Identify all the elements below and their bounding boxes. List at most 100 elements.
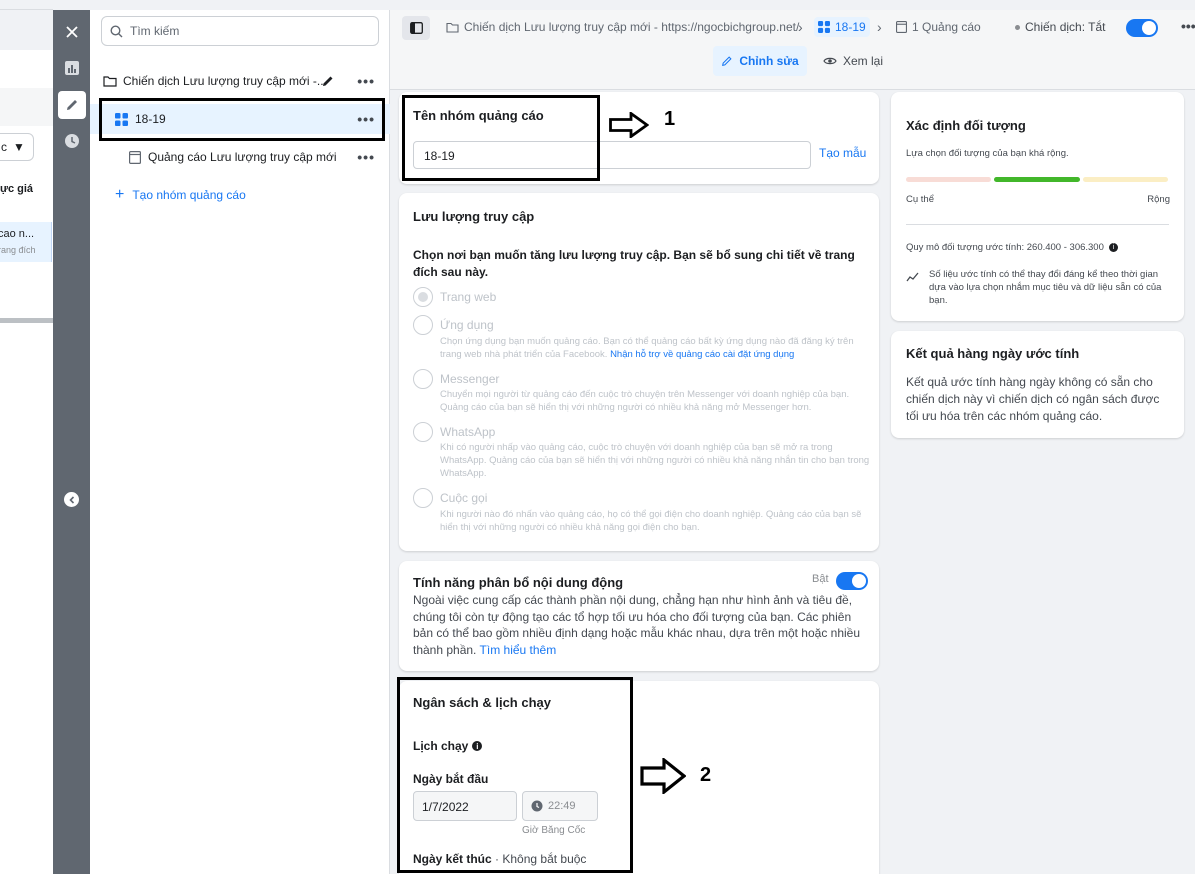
arrow-right-icon [640,758,686,794]
close-icon [66,26,78,38]
pencil-icon [722,56,732,66]
tree-item-label: Quảng cáo Lưu lượng truy cập mới [148,150,337,164]
radio-messenger[interactable] [413,369,433,389]
more-options-icon[interactable]: ••• [1181,18,1195,34]
clock-icon [65,134,79,148]
audience-definition-card: Xác định đối tượng Lựa chọn đối tượng củ… [891,92,1184,321]
meter-segment-active [994,177,1080,182]
toggle-sidebar-button[interactable] [402,16,430,40]
editor-header: Chiến dịch Lưu lượng truy cập mới - http… [390,10,1195,90]
chevron-left-icon [68,495,74,504]
horizontal-scrollbar[interactable] [0,318,53,323]
background-row-subtitle: rang đích [0,245,36,255]
option-call-desc: Khi người nào đó nhấn vào quảng cáo, họ … [440,509,862,533]
edit-button-label: Chỉnh sửa [739,54,799,68]
review-button-label: Xem lại [843,54,884,68]
create-adset-label: Tạo nhóm quảng cáo [132,188,246,202]
trend-icon [906,272,919,282]
audience-note: Số liệu ước tính có thể thay đổi đáng kể… [929,269,1162,306]
option-website-label: Trang web [440,290,497,304]
close-button[interactable] [58,18,86,46]
daily-results-body: Kết quả ước tính hàng ngày không có sẵn … [906,375,1160,423]
breadcrumb-campaign[interactable]: Chiến dịch Lưu lượng truy cập mới - http… [446,20,799,34]
edit-mode-button[interactable] [58,91,86,119]
traffic-card: Lưu lượng truy cập Chọn nơi bạn muốn tăn… [399,193,879,551]
option-app-label: Ứng dụng [440,318,494,332]
highlight-box-budget [397,677,633,873]
tree-item-label: Chiến dịch Lưu lượng truy cập mới -... [123,74,327,88]
background-dropdown[interactable]: c ▼ [0,133,34,161]
background-panel: c ▼ ực giá cao n... rang đích [0,0,53,874]
reports-button[interactable] [58,54,86,82]
campaign-toggle[interactable] [1126,19,1158,37]
campaign-status: Chiến dịch: Tắt [1015,20,1106,34]
dynamic-creative-title: Tính năng phân bổ nội dung động [413,575,624,590]
plus-icon: + [115,186,125,203]
breadcrumb-adset[interactable]: 18-19 [814,17,870,37]
search-placeholder: Tìm kiếm [130,24,180,38]
background-bar [0,88,53,126]
annotation-number-2: 2 [700,764,712,786]
annotation-number-1: 1 [664,108,676,130]
info-icon[interactable]: i [1108,243,1118,252]
breadcrumb-ads-label: 1 Quảng cáo [912,20,981,34]
radio-dot [418,292,428,302]
chevron-right-icon: › [877,19,882,35]
dynamic-toggle-label: Bật [812,573,829,585]
meter-segment-specific [906,177,992,182]
review-button[interactable]: Xem lại [823,46,883,76]
chevron-right-icon: › [798,19,803,35]
history-button[interactable] [58,127,86,155]
edit-button[interactable]: Chỉnh sửa [713,46,807,76]
audience-title: Xác định đối tượng [906,118,1026,133]
highlight-box-name [402,95,600,181]
meter-left-label: Cụ thể [906,194,934,205]
arrow-right-icon [609,112,649,138]
breadcrumb-ads[interactable]: 1 Quảng cáo [896,20,981,34]
pencil-icon [67,100,77,110]
ad-document-icon [129,150,141,164]
radio-app[interactable] [413,315,433,335]
sidebar-icon [409,22,423,34]
status-dot-icon [1015,24,1020,30]
tree-item-campaign[interactable]: Chiến dịch Lưu lượng truy cập mới -... •… [90,66,390,96]
breadcrumb-adset-label: 18-19 [835,20,866,34]
collapse-button[interactable] [64,492,79,507]
daily-results-title: Kết quả hàng ngày ước tính [906,346,1080,361]
audience-subtitle: Lựa chọn đối tượng của bạn khá rộng. [906,148,1069,159]
adset-grid-icon [818,21,830,33]
audience-meter [906,177,1168,182]
background-dropdown-label: c [1,140,7,154]
dynamic-creative-body: Ngoài việc cung cấp các thành phần nội d… [413,592,868,658]
option-app-desc: Chọn ứng dụng bạn muốn quảng cáo. Bạn có… [440,335,870,361]
more-options-icon[interactable]: ••• [357,149,375,165]
breadcrumb-campaign-label: Chiến dịch Lưu lượng truy cập mới - http… [464,20,800,34]
create-adset-button[interactable]: + Tạo nhóm quảng cáo [90,180,390,210]
app-help-link[interactable]: Nhận hỗ trợ về quảng cáo cài đặt ứng dụn… [610,349,794,360]
learn-more-link[interactable]: Tìm hiểu thêm [480,643,557,657]
bar-chart-icon [65,61,79,75]
radio-call[interactable] [413,488,433,508]
editor-icon-rail [53,10,90,874]
search-input[interactable]: Tìm kiếm [101,16,379,46]
dynamic-creative-toggle[interactable] [836,572,868,590]
option-call-label: Cuộc gọi [440,491,488,505]
audience-size-label: Quy mô đối tượng ước tính: 260.400 - 306… [906,242,1104,253]
campaign-tree: Tìm kiếm Chiến dịch Lưu lượng truy cập m… [90,10,390,874]
option-messenger-label: Messenger [440,372,500,386]
create-template-link[interactable]: Tạo mẫu [819,146,866,160]
ad-document-icon [896,21,907,33]
radio-website[interactable] [413,287,433,307]
caret-down-icon: ▼ [13,140,25,154]
radio-whatsapp[interactable] [413,422,433,442]
meter-segment-broad [1082,177,1168,182]
audience-size: Quy mô đối tượng ước tính: 260.400 - 306… [906,242,1118,253]
option-whatsapp-desc: Khi có người nhấp vào quảng cáo, cuộc tr… [440,442,870,479]
folder-icon [103,76,117,87]
daily-results-card: Kết quả hàng ngày ước tính Kết quả ước t… [891,331,1184,438]
tree-item-ad[interactable]: Quảng cáo Lưu lượng truy cập mới ••• [90,142,390,172]
traffic-intro: Chọn nơi bạn muốn tăng lưu lượng truy cậ… [413,248,855,279]
pencil-icon[interactable] [321,74,335,88]
more-options-icon[interactable]: ••• [357,73,375,89]
background-selected-row[interactable]: cao n... rang đích [0,222,52,262]
